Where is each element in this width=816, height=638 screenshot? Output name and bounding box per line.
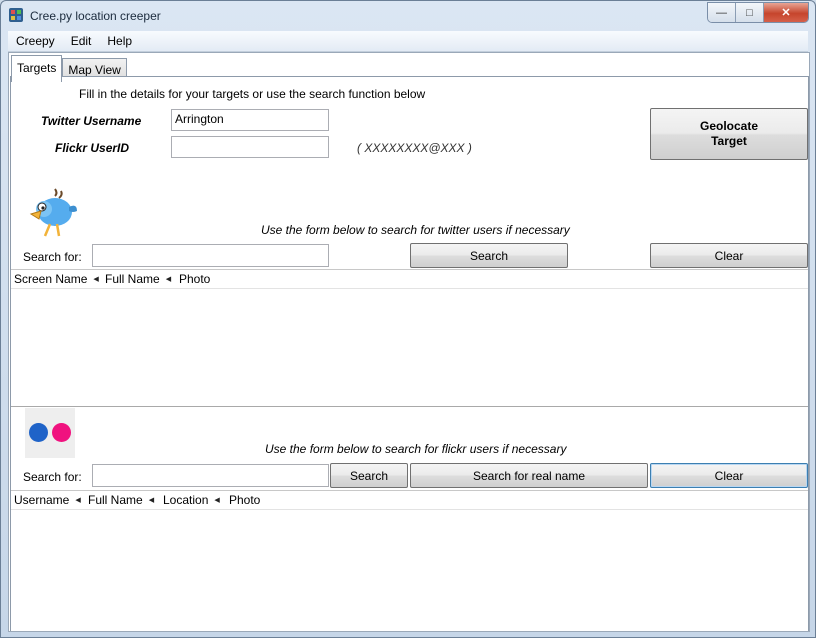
twitter-username-input[interactable]: Arrington <box>171 109 329 131</box>
maximize-button[interactable]: □ <box>736 3 764 22</box>
minimize-button[interactable]: — <box>708 3 736 22</box>
column-header-screen-name[interactable]: Screen Name ◀ <box>11 272 102 286</box>
twitter-search-button[interactable]: Search <box>410 243 568 268</box>
sort-arrow-icon: ◀ <box>148 497 155 504</box>
geolocate-label-line1: Geolocate <box>699 119 759 133</box>
sort-arrow-icon: ◀ <box>214 497 220 504</box>
menu-bar: Creepy Edit Help <box>8 31 808 52</box>
close-button[interactable]: ✕ <box>764 3 808 22</box>
flickr-search-label: Search for: <box>23 470 82 484</box>
flickr-userid-hint: ( XXXXXXXX@XXX ) <box>357 141 472 155</box>
menu-edit[interactable]: Edit <box>63 31 100 51</box>
sort-arrow-icon: ◀ <box>165 276 172 283</box>
targets-panel: Fill in the details for your targets or … <box>10 76 809 631</box>
column-header-photo[interactable]: Photo <box>176 272 239 286</box>
twitter-search-label: Search for: <box>23 250 82 264</box>
main-area: Targets Map View Fill in the details for… <box>8 52 810 632</box>
geolocate-label-line2: Target <box>711 134 747 148</box>
flickr-results-header: Username ◀ Full Name ◀ Location ◀ Photo <box>11 491 808 510</box>
twitter-search-input[interactable] <box>92 244 329 267</box>
column-header-full-name[interactable]: Full Name ◀ <box>85 493 160 507</box>
menu-help[interactable]: Help <box>99 31 140 51</box>
twitter-search-hint: Use the form below to search for twitter… <box>261 223 570 237</box>
twitter-clear-button[interactable]: Clear <box>650 243 808 268</box>
flickr-results-list[interactable]: Username ◀ Full Name ◀ Location ◀ Photo <box>11 490 808 631</box>
twitter-results-list[interactable]: Screen Name ◀ Full Name ◀ Photo <box>11 269 808 407</box>
flickr-userid-input[interactable] <box>171 136 329 158</box>
window-title: Cree.py location creeper <box>30 9 161 23</box>
tab-bar: Targets Map View <box>11 55 127 82</box>
app-icon <box>9 8 23 22</box>
tab-targets[interactable]: Targets <box>11 55 63 82</box>
flickr-blue-dot <box>29 423 48 442</box>
twitter-results-header: Screen Name ◀ Full Name ◀ Photo <box>11 270 808 289</box>
flickr-pink-dot <box>52 423 71 442</box>
column-header-username[interactable]: Username ◀ <box>11 493 85 507</box>
geolocate-target-button[interactable]: Geolocate Target <box>650 108 808 160</box>
flickr-search-button[interactable]: Search <box>330 463 408 488</box>
flickr-clear-button[interactable]: Clear <box>650 463 808 488</box>
flickr-logo-icon <box>25 408 75 458</box>
sort-arrow-icon: ◀ <box>93 276 99 283</box>
intro-text: Fill in the details for your targets or … <box>79 87 426 101</box>
flickr-search-input[interactable] <box>92 464 329 487</box>
menu-creepy[interactable]: Creepy <box>8 31 63 51</box>
flickr-userid-label: Flickr UserID <box>55 141 130 155</box>
app-window: Cree.py location creeper — □ ✕ Creepy Ed… <box>0 0 816 638</box>
column-header-location[interactable]: Location ◀ <box>160 493 226 507</box>
flickr-search-hint: Use the form below to search for flickr … <box>265 442 567 456</box>
twitter-bird-icon <box>29 188 77 237</box>
window-controls: — □ ✕ <box>707 2 809 23</box>
column-header-full-name[interactable]: Full Name ◀ <box>102 272 176 286</box>
twitter-username-label: Twitter Username <box>41 114 142 128</box>
sort-arrow-icon: ◀ <box>75 497 81 504</box>
column-header-photo[interactable]: Photo <box>226 493 289 507</box>
flickr-realname-search-button[interactable]: Search for real name <box>410 463 648 488</box>
title-bar[interactable]: Cree.py location creeper — □ ✕ <box>1 1 815 31</box>
